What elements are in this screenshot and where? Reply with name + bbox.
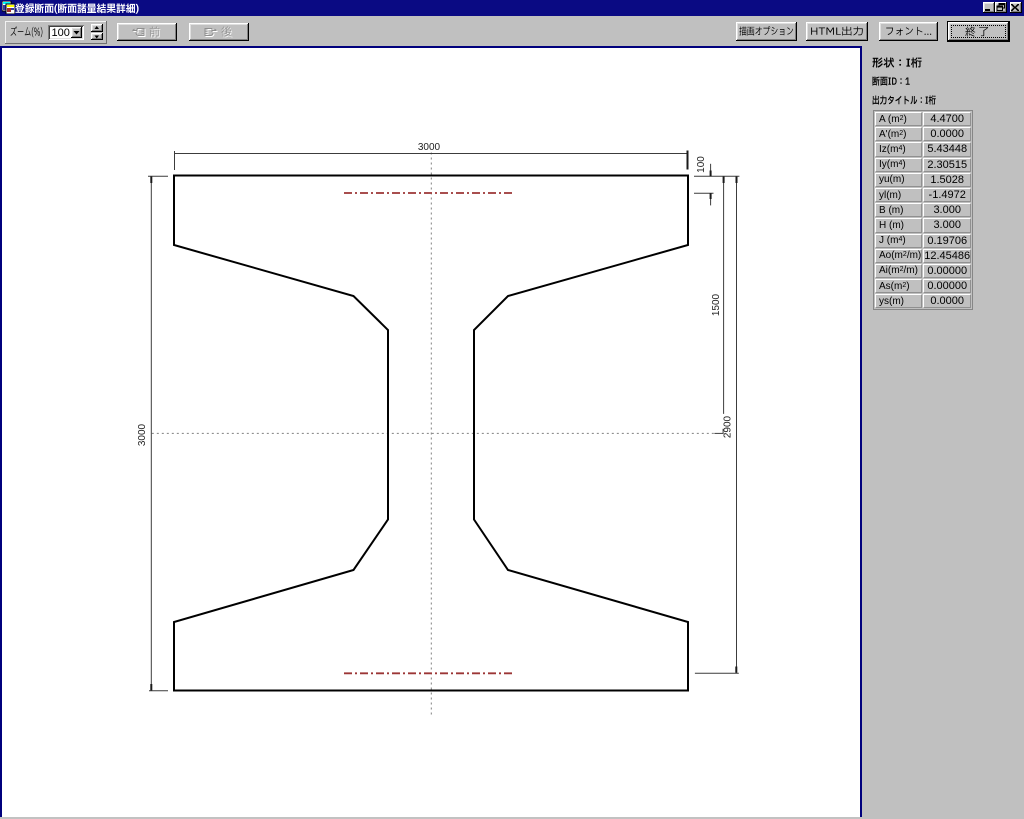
svg-text:1500: 1500 — [711, 293, 722, 316]
svg-text:3000: 3000 — [137, 423, 148, 446]
svg-text:2900: 2900 — [723, 415, 734, 438]
svg-text:100: 100 — [696, 156, 707, 173]
svg-text:3000: 3000 — [418, 142, 441, 153]
